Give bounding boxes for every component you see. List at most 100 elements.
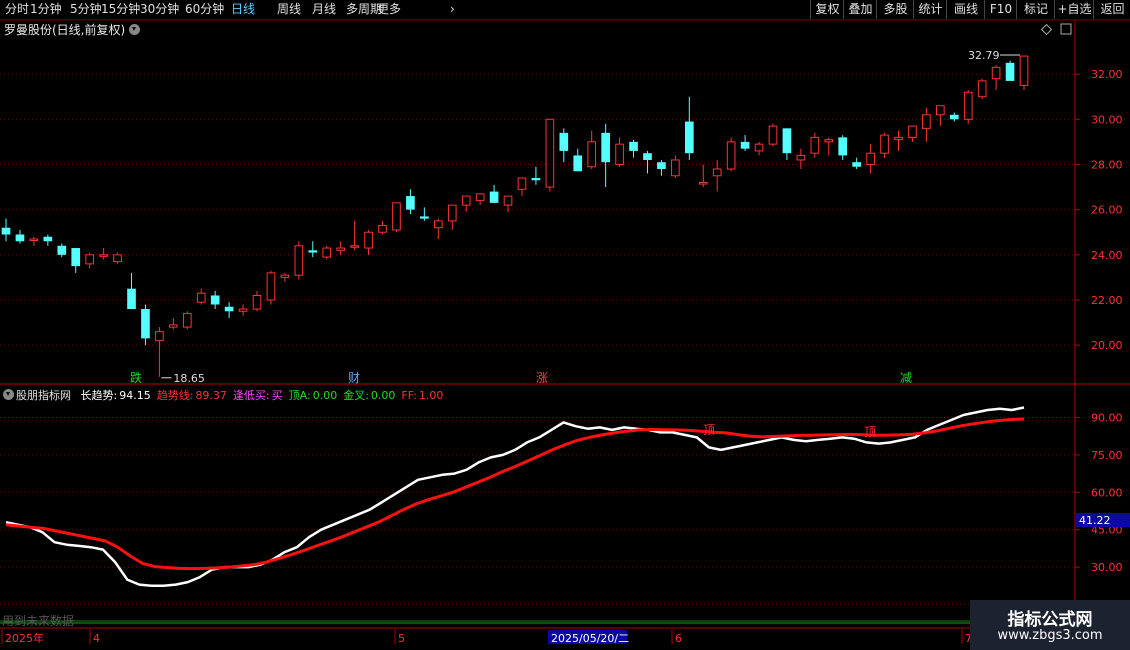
- candle-body-46: [643, 153, 652, 160]
- candle-body-16: [224, 306, 234, 312]
- candle-body-55: [768, 125, 778, 145]
- candle-body-32: [447, 204, 457, 222]
- indicator-tick-label-3: 60.00: [1091, 486, 1123, 499]
- price-tick-label-6: 32.00: [1091, 68, 1123, 81]
- price-tick-label-0: 20.00: [1091, 339, 1123, 352]
- time-label-1: 4: [93, 632, 100, 645]
- candle-body-69: [963, 91, 973, 120]
- indicator-annotation-0: 顶: [703, 423, 715, 437]
- candle-body-37: [517, 177, 527, 190]
- kline-chart[interactable]: 20.00 22.00 24.00 26.00 28.00 30.00 32.00 跌 财 涨 减…: [0, 0, 1130, 650]
- candle-body-54: [754, 143, 764, 152]
- future-data-note: 用到未来数据: [2, 613, 74, 628]
- legend-label: FF:: [401, 389, 417, 402]
- indicator-tick-label-4: 75.00: [1091, 449, 1123, 462]
- indicator-annotation-1: 顶: [864, 425, 876, 439]
- candle-body-59: [824, 139, 834, 143]
- low-price-label: 18.65: [173, 372, 205, 385]
- legend-item-0: 长趋势: 94.15: [81, 389, 151, 402]
- candle-body-73: [1019, 55, 1029, 86]
- candle-body-24: [336, 247, 346, 251]
- diamond-icon: [1040, 23, 1053, 36]
- candle-body-15: [210, 295, 220, 305]
- legend-value: 买: [271, 389, 283, 402]
- candle-body-23: [322, 247, 332, 258]
- legend-item-5: FF: 1.00: [401, 389, 443, 402]
- price-grid: [0, 19, 1130, 628]
- indicator-tick-label-1: 30.00: [1091, 561, 1123, 574]
- time-label-2: 5: [398, 632, 405, 645]
- candle-body-67: [936, 105, 945, 116]
- candle-body-29: [406, 196, 415, 210]
- candle-body-2: [29, 238, 39, 242]
- candle-body-65: [908, 125, 917, 138]
- candle-body-10: [141, 309, 150, 339]
- time-label-4: 6: [675, 632, 682, 645]
- candle-body-47: [657, 162, 666, 169]
- candle-body-70: [977, 80, 987, 98]
- indicator-name: 股朋指标网: [16, 389, 71, 402]
- price-tick-label-3: 26.00: [1091, 204, 1123, 217]
- price-pane-bg: [0, 38, 1130, 384]
- indicator-menu-chevron-icon[interactable]: [3, 389, 14, 400]
- candle-body-66: [922, 114, 931, 129]
- candle-body-7: [99, 254, 108, 257]
- legend-value: 89.37: [195, 389, 227, 402]
- candle-body-8: [113, 254, 122, 263]
- legend-value: 0.00: [370, 389, 396, 402]
- legend-label: 长趋势:: [80, 389, 118, 402]
- candle-body-26: [364, 231, 373, 249]
- candle-body-21: [294, 245, 304, 276]
- candle-body-51: [712, 168, 722, 177]
- candle-body-58: [810, 136, 820, 154]
- legend-label: 趋势线:: [156, 389, 194, 402]
- legend-label: 逢低买:: [232, 389, 270, 402]
- candle-body-1: [15, 234, 25, 242]
- legend-value: 0.00: [312, 389, 338, 402]
- candle-body-3: [43, 236, 53, 242]
- current-readout-value: 41.22: [1079, 514, 1111, 527]
- indicator-axis: 15.0030.0045.0060.0075.0090.0041.22: [1075, 411, 1130, 612]
- indicator-legend: 股朋指标网 长趋势: 94.15 趋势线: 89.37 逢低买: 买顶A: 0.00 金叉: 0…: [16, 387, 449, 403]
- candle-body-18: [252, 294, 262, 310]
- candle-body-50: [698, 182, 708, 185]
- legend-item-4: 金叉: 0.00: [343, 389, 395, 402]
- candle-body-22: [308, 250, 318, 253]
- candle-body-52: [726, 141, 736, 170]
- candle-body-20: [280, 274, 290, 278]
- legend-item-2: 逢低买: 买: [233, 389, 283, 402]
- candle-body-62: [866, 152, 875, 165]
- candle-body-61: [852, 162, 861, 167]
- candle-body-11: [155, 331, 164, 342]
- candle-body-64: [894, 136, 903, 141]
- legend-label: 顶A:: [288, 389, 311, 402]
- legend-value: 1.00: [418, 389, 444, 402]
- candle-body-41: [573, 155, 583, 172]
- watermark-logo: 指标公式网 www.zbgs3.com: [970, 600, 1130, 650]
- legend-item-1: 趋势线: 89.37: [157, 389, 227, 402]
- price-tick-label-2: 24.00: [1091, 249, 1123, 262]
- candle-body-12: [169, 324, 178, 328]
- indicator-grid: [0, 416, 1130, 629]
- candle-body-40: [559, 132, 569, 151]
- candle-body-13: [182, 313, 192, 328]
- candle-body-63: [880, 134, 889, 154]
- candle-body-28: [392, 202, 401, 231]
- watermark-url: www.zbgs3.com: [997, 628, 1103, 643]
- legend-label: 金叉:: [343, 389, 369, 402]
- time-axis: 用到未来数据2025年 4 5 2025/05/20/二 6 7: [1, 613, 972, 645]
- candle-body-56: [782, 128, 792, 154]
- candle-body-9: [127, 288, 136, 310]
- candle-body-57: [796, 154, 806, 161]
- price-tick-label-1: 22.00: [1091, 294, 1123, 307]
- candle-body-72: [1005, 62, 1015, 81]
- price-annotation-3: 减: [900, 371, 912, 385]
- candle-body-5: [71, 248, 81, 267]
- candle-body-39: [545, 118, 555, 188]
- price-annotation-0: 跌: [130, 370, 142, 385]
- candle-body-27: [378, 224, 387, 233]
- price-annotation-1: 财: [348, 371, 360, 385]
- price-annotation-2: 涨: [536, 370, 548, 385]
- candle-body-19: [266, 272, 276, 301]
- candle-body-36: [503, 195, 513, 206]
